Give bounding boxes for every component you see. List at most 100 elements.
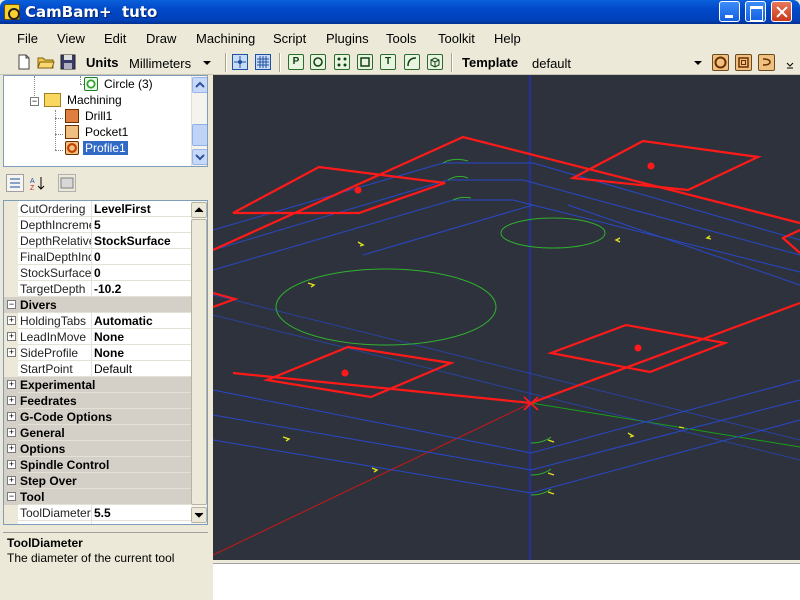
menu-draw[interactable]: Draw [146,31,176,46]
property-value[interactable]: None [94,346,124,360]
menu-toolkit[interactable]: Toolkit [438,31,475,46]
drawing-tree[interactable]: Circle (3) − Machining Drill1 Pocket1 Pr… [3,75,208,167]
property-category[interactable]: − Divers [4,297,192,313]
expand-icon[interactable]: + [7,332,16,341]
property-row[interactable]: CutOrdering LevelFirst [4,201,192,217]
tree-scrollbar[interactable] [191,76,207,166]
menu-plugins[interactable]: Plugins [326,31,369,46]
template-select[interactable]: default [527,52,707,73]
property-value[interactable]: Default [94,362,132,376]
expand-icon[interactable]: + [7,428,16,437]
sort-alphabetical-icon[interactable]: AZ [28,174,46,192]
menu-file[interactable]: File [17,31,38,46]
property-row[interactable]: + SideProfile None [4,345,192,361]
rectangle-tool-icon[interactable] [357,54,373,70]
text-tool-icon[interactable]: T [380,54,396,70]
property-value[interactable]: 5 [94,218,101,232]
expand-icon[interactable]: + [7,348,16,357]
scroll-thumb[interactable] [191,219,207,505]
new-file-icon[interactable] [15,53,33,71]
units-select[interactable]: Millimeters [124,52,216,73]
message-log[interactable] [213,563,800,600]
drawing-viewport[interactable] [213,75,800,560]
property-category[interactable]: − Tool [4,489,192,505]
snap-grid-icon[interactable] [255,54,271,70]
save-icon[interactable] [59,53,77,71]
profile-op-icon[interactable] [712,54,729,71]
tree-item-pocket[interactable]: Pocket1 [65,125,130,141]
tree-item-circle[interactable]: Circle (3) [84,77,155,93]
property-row[interactable]: StartPoint Default [4,361,192,377]
property-category[interactable]: + G-Code Options [4,409,192,425]
menu-machining[interactable]: Machining [196,31,255,46]
property-value[interactable]: 1 [94,522,101,524]
expand-icon[interactable]: + [7,476,16,485]
scroll-up-icon[interactable] [191,202,207,218]
property-value[interactable]: LevelFirst [94,202,151,216]
scroll-down-icon[interactable] [192,149,207,165]
scroll-down-icon[interactable] [191,507,207,523]
minimize-button[interactable] [719,1,740,22]
property-category[interactable]: + Options [4,441,192,457]
property-category[interactable]: + Spindle Control [4,457,192,473]
expand-icon[interactable]: + [7,460,16,469]
scroll-up-icon[interactable] [192,77,207,93]
polyline-tool-icon[interactable]: P [288,54,304,70]
grid-scrollbar[interactable] [191,201,207,524]
menu-script[interactable]: Script [273,31,306,46]
open-folder-icon[interactable] [37,53,55,71]
property-category[interactable]: + Experimental [4,377,192,393]
collapse-icon[interactable]: − [7,300,16,309]
property-row[interactable]: ToolDiameter 5.5 [4,505,192,521]
property-row[interactable]: TargetDepth -10.2 [4,281,192,297]
cad-drawing[interactable] [213,75,800,560]
menu-edit[interactable]: Edit [104,31,126,46]
categorized-icon[interactable] [6,174,24,192]
expand-icon[interactable]: + [7,316,16,325]
expand-icon[interactable]: + [7,396,16,405]
property-row[interactable]: DepthRelative StockSurface [4,233,192,249]
property-row[interactable]: ToolNumber1 [4,521,192,524]
title-bar[interactable]: CamBam+ tuto [0,0,800,24]
property-category[interactable]: + General [4,425,192,441]
pocket-op-icon[interactable] [735,54,752,71]
property-pages-icon[interactable] [58,174,76,192]
menu-help[interactable]: Help [494,31,521,46]
property-row[interactable]: FinalDepthIncr 0 [4,249,192,265]
property-value[interactable]: 0 [94,266,101,280]
property-value[interactable]: 5.5 [94,506,111,520]
surface-tool-icon[interactable] [427,54,443,70]
chevron-down-icon[interactable] [690,53,706,72]
property-value[interactable]: -10.2 [94,282,121,296]
arc-tool-icon[interactable] [404,54,420,70]
collapse-icon[interactable]: − [7,492,16,501]
property-value[interactable]: None [94,330,124,344]
drill-op-icon[interactable] [758,54,775,71]
toolbar-overflow-icon[interactable] [783,53,797,71]
property-category[interactable]: + Feedrates [4,393,192,409]
property-category[interactable]: + Step Over [4,473,192,489]
property-row[interactable]: + LeadInMove None [4,329,192,345]
maximize-button[interactable] [745,1,766,22]
snap-points-icon[interactable] [232,54,248,70]
expand-icon[interactable]: + [7,380,16,389]
property-value[interactable]: Automatic [94,314,153,328]
property-row[interactable]: DepthIncreme 5 [4,217,192,233]
tree-item-machining[interactable]: Machining [44,93,124,109]
chevron-down-icon[interactable] [199,53,215,72]
circle-tool-icon[interactable] [310,54,326,70]
expand-icon[interactable]: + [7,444,16,453]
property-value[interactable]: 0 [94,250,101,264]
close-button[interactable] [771,1,792,22]
property-row[interactable]: + HoldingTabs Automatic [4,313,192,329]
property-row[interactable]: StockSurface 0 [4,265,192,281]
points-tool-icon[interactable] [334,54,350,70]
tree-item-profile[interactable]: Profile1 [65,141,128,157]
tree-item-drill[interactable]: Drill1 [65,109,114,125]
expand-icon[interactable]: + [7,412,16,421]
menu-tools[interactable]: Tools [386,31,416,46]
menu-view[interactable]: View [57,31,85,46]
collapse-icon[interactable]: − [30,97,39,106]
property-grid[interactable]: CutOrdering LevelFirst DepthIncreme 5 DepthR… [3,200,208,525]
scroll-thumb[interactable] [192,124,207,146]
